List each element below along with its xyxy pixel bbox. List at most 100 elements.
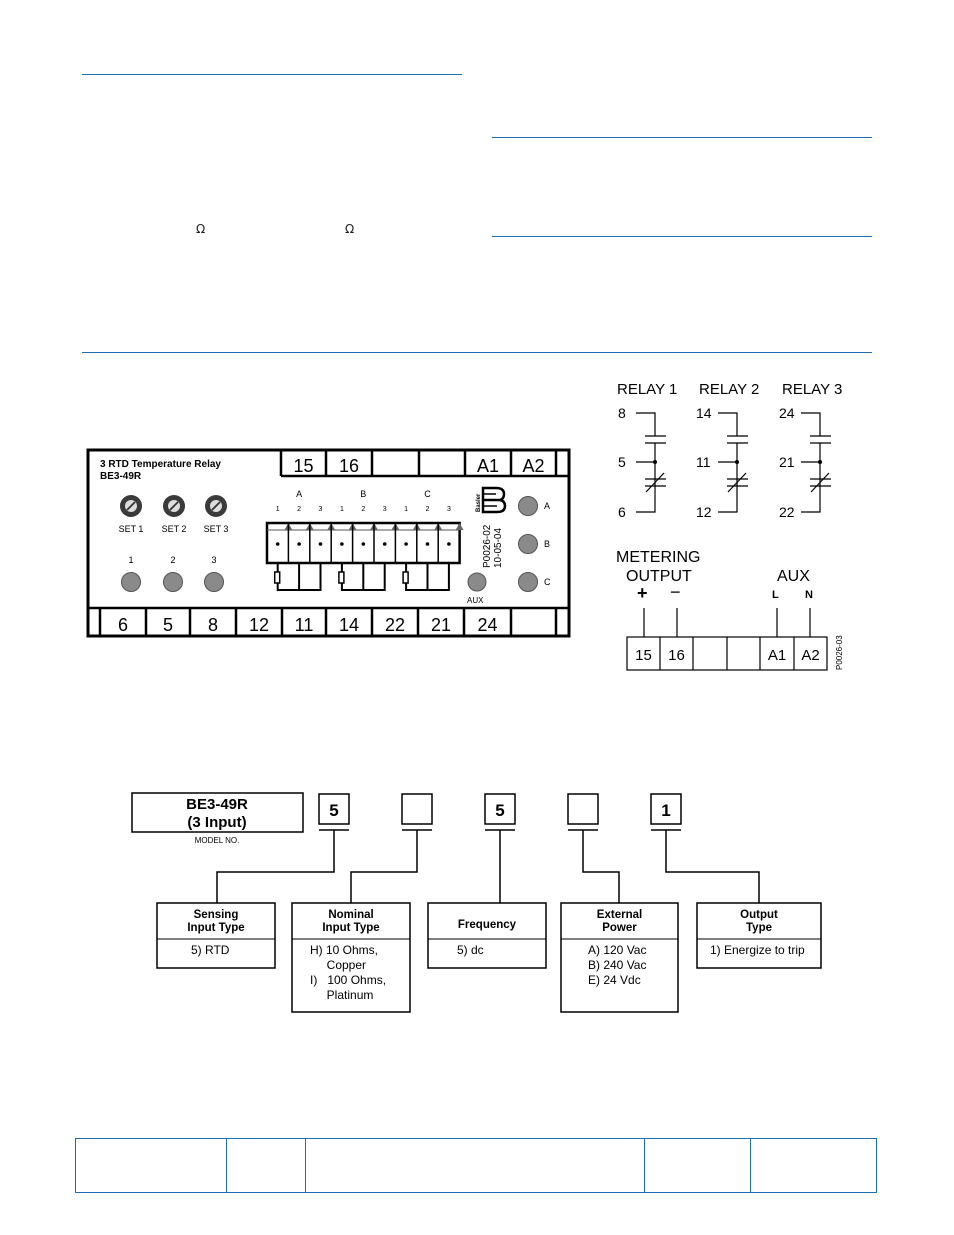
led-number-label: 3 — [211, 555, 216, 565]
rtd-pin-label: 3 — [383, 506, 387, 513]
style-code-value: 5 — [495, 801, 504, 820]
phase-led-label: A — [544, 501, 550, 511]
omega-symbol: Ω — [345, 222, 355, 236]
category-title: External — [597, 909, 642, 921]
led-number-label: 2 — [170, 555, 175, 565]
category-option: Platinum — [310, 988, 373, 1002]
panel-title: 3 RTD Temperature Relay — [100, 459, 221, 470]
bottom-terminal-label: 6 — [118, 615, 128, 635]
rtd-pin-label: 3 — [319, 506, 323, 513]
bottom-terminal-label: 11 — [295, 615, 314, 635]
connector-line — [350, 830, 418, 903]
screw-terminal-dot — [404, 542, 408, 546]
category-option: 1) Energize to trip — [710, 943, 805, 957]
category-option: 5) RTD — [191, 943, 230, 957]
screw-terminal-dot — [297, 542, 301, 546]
category-option: 5) dc — [457, 943, 484, 957]
category-title: Sensing — [194, 909, 239, 921]
relay-contact-symbol — [718, 412, 748, 513]
section-rule-right-1 — [492, 137, 872, 138]
footer-cell — [306, 1139, 645, 1192]
line-label: L — [772, 589, 779, 601]
aux-led — [467, 572, 487, 592]
metering-terminal-label: 15 — [635, 647, 652, 664]
minus-sign: − — [670, 582, 681, 602]
category-title: Input Type — [187, 922, 244, 934]
category-title: Type — [746, 922, 772, 934]
category-option: H) 10 Ohms, — [310, 943, 378, 957]
metering-label: METERING — [616, 549, 700, 566]
category-title: Output — [740, 909, 778, 921]
rtd-group-label: A — [296, 489, 302, 499]
drawing-number-2: P0026-03 — [835, 635, 844, 670]
phase-led — [518, 496, 538, 516]
svg-text:Basler: Basler — [476, 493, 482, 512]
bottom-terminal-label: 21 — [431, 615, 451, 635]
screw-terminal-dot — [275, 542, 280, 546]
style-number-chart: BE3-49R (3 Input) MODEL NO. 5SensingInpu… — [131, 792, 822, 1013]
rtd-resistor-icon — [338, 571, 345, 584]
category-option: I) 100 Ohms, — [310, 973, 386, 987]
model-caption: MODEL NO. — [195, 836, 240, 845]
style-code-value: 5 — [329, 801, 338, 820]
relay-nc-terminal: 6 — [618, 504, 626, 520]
category-title: Input Type — [322, 922, 379, 934]
rtd-pin-label: 2 — [426, 506, 430, 513]
relay-label: RELAY 1 — [617, 381, 677, 398]
category-title: Power — [602, 922, 637, 934]
phase-led-label: B — [544, 539, 550, 549]
connector-line — [582, 830, 620, 903]
junction-dot — [653, 460, 657, 464]
bottom-terminal-label: 14 — [339, 615, 359, 635]
setpoint-label: SET 3 — [204, 524, 229, 534]
trip-led — [163, 572, 183, 592]
metering-aux-diagram: METERING OUTPUT AUX + − L N 15 16 A1 A2 P00… — [616, 549, 844, 671]
category-box — [427, 902, 547, 969]
rtd-group-label: C — [424, 489, 431, 499]
screw-terminal-dot — [340, 542, 344, 546]
category-option: B) 240 Vac — [588, 958, 646, 972]
rtd-pin-label: 1 — [340, 506, 344, 513]
style-code-box — [401, 793, 433, 825]
junction-dot — [735, 460, 739, 464]
bottom-terminal-label: 12 — [249, 615, 269, 635]
rtd-resistor-icon — [273, 571, 281, 584]
front-panel-diagram: 15 16 A1 A2 6 5 8 12 11 14 22 21 24 3 RTD Temperatu… — [86, 448, 571, 638]
connector-line — [665, 830, 760, 903]
rtd-pin-label: 2 — [297, 506, 301, 513]
footer-cell — [751, 1139, 876, 1192]
screw-terminal-dot — [382, 542, 387, 546]
rtd-group-label: B — [360, 489, 366, 499]
bottom-terminal-label: 24 — [477, 615, 497, 635]
metering-label-2: OUTPUT — [626, 568, 692, 585]
style-code-value: 1 — [661, 801, 670, 820]
drawing-number: P0026-02 — [482, 524, 493, 568]
aux-label: AUX — [777, 568, 810, 585]
section-rule-right-2 — [492, 236, 872, 237]
section-rule-full — [82, 352, 872, 353]
led-number-label: 1 — [128, 555, 133, 565]
bottom-terminal-label: 5 — [163, 615, 173, 635]
relay-contact-diagram: RELAY 1 8 5 6 RELAY 2 14 11 12 RELAY 3 24 21 22 — [617, 381, 842, 520]
relay-nc-terminal: 12 — [696, 504, 712, 520]
relay-no-terminal: 24 — [779, 405, 795, 421]
model-number: BE3-49R — [186, 796, 248, 813]
bottom-terminal-label: 22 — [385, 615, 405, 635]
category-option: A) 120 Vac — [588, 943, 646, 957]
rtd-pin-label: 3 — [447, 506, 451, 513]
top-terminal-label: 16 — [339, 456, 359, 476]
aux-led-label: AUX — [467, 596, 484, 605]
footer-cell — [76, 1139, 227, 1192]
category-option: Copper — [310, 958, 366, 972]
footer-cell — [227, 1139, 306, 1192]
omega-symbol: Ω — [196, 222, 206, 236]
panel-model: BE3-49R — [100, 471, 142, 482]
rtd-pin-label: 2 — [361, 506, 365, 513]
relay-common-terminal: 5 — [618, 454, 626, 470]
category-title: Frequency — [458, 919, 517, 931]
relay-no-terminal: 14 — [696, 405, 712, 421]
screw-terminal-dot — [425, 542, 430, 546]
phase-led — [518, 534, 538, 554]
model-variant: (3 Input) — [187, 814, 246, 831]
trip-led — [121, 572, 141, 592]
